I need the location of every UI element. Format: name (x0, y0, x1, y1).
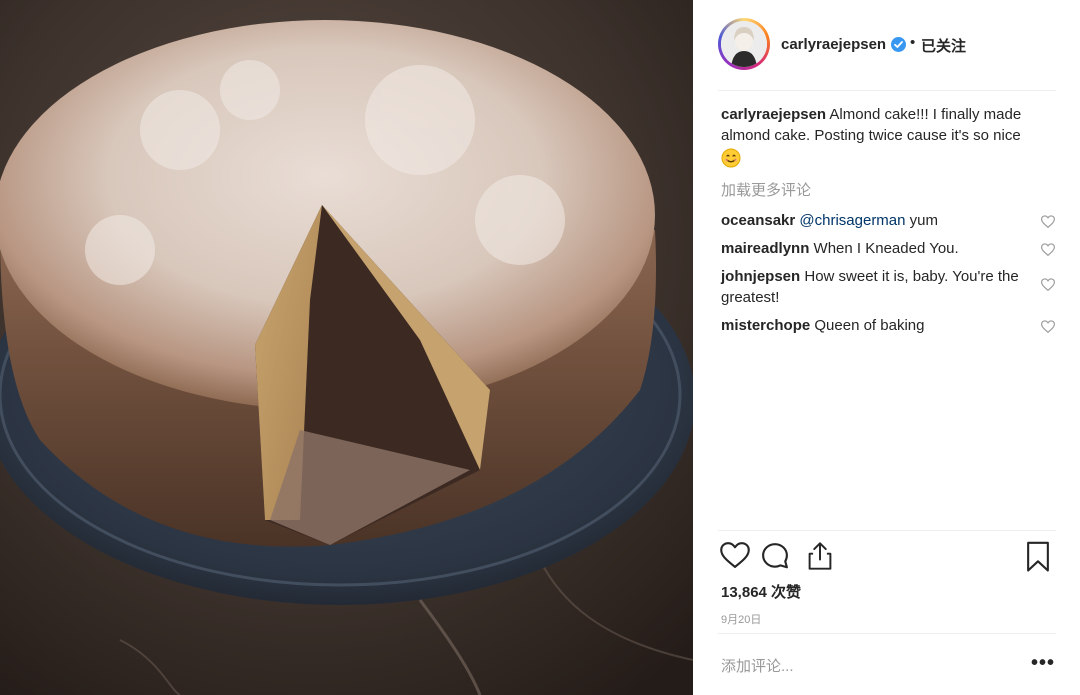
comment-box-divider (718, 633, 1056, 634)
comment-item: oceansakr @chrisagerman yum (721, 210, 1056, 231)
avatar[interactable] (718, 18, 770, 70)
comment-bubble-icon[interactable] (760, 541, 790, 576)
post-caption: carlyraejepsen Almond cake!!! I finally … (721, 104, 1051, 174)
comment-like-heart-icon[interactable] (1040, 241, 1056, 262)
comment-username[interactable]: johnjepsen (721, 268, 800, 285)
comment-item: johnjepsen How sweet it is, baby. You're… (721, 266, 1056, 308)
profile-photo-icon (721, 21, 767, 67)
bookmark-icon[interactable] (1025, 541, 1051, 578)
add-comment-input[interactable]: 添加评论... (721, 655, 794, 676)
comment-text: When I Kneaded You. (813, 240, 959, 257)
instagram-post: carlyraejepsen • 已关注 carlyraejepsen Almo… (0, 0, 1080, 695)
avatar-image (721, 21, 767, 67)
comment-like-heart-icon[interactable] (1040, 276, 1056, 297)
actions-divider (718, 530, 1056, 531)
comment-text: Queen of baking (814, 317, 925, 334)
smiling-face-icon (721, 148, 741, 174)
comment-like-heart-icon[interactable] (1040, 213, 1056, 234)
like-count[interactable]: 13,864 次赞 (721, 581, 801, 602)
follow-status-button[interactable]: 已关注 (921, 35, 966, 56)
post-photo[interactable] (0, 0, 693, 695)
verified-badge-icon (891, 37, 906, 52)
load-more-comments-link[interactable]: 加载更多评论 (721, 180, 811, 201)
comment-like-heart-icon[interactable] (1040, 318, 1056, 339)
comment-mention-link[interactable]: @chrisagerman (799, 212, 905, 229)
post-author-username[interactable]: carlyraejepsen (781, 36, 886, 53)
more-options-button[interactable]: ••• (1031, 652, 1055, 675)
header-divider (718, 90, 1056, 91)
comment-username[interactable]: maireadlynn (721, 240, 809, 257)
comment-username[interactable]: oceansakr (721, 212, 795, 229)
comment-item: maireadlynn When I Kneaded You. (721, 238, 1056, 259)
heart-icon[interactable] (720, 541, 750, 574)
comments-section: carlyraejepsen Almond cake!!! I finally … (721, 104, 1056, 336)
post-header: carlyraejepsen • 已关注 (693, 0, 1080, 90)
separator-dot: • (910, 34, 916, 51)
post-sidebar: carlyraejepsen • 已关注 carlyraejepsen Almo… (693, 0, 1080, 695)
comment-username[interactable]: misterchope (721, 317, 810, 334)
comment-text: yum (905, 212, 939, 229)
comment-item: misterchope Queen of baking (721, 315, 1056, 336)
action-bar (720, 541, 1056, 575)
almond-cake-image (0, 0, 693, 695)
post-date[interactable]: 9月20日 (721, 611, 761, 627)
caption-username[interactable]: carlyraejepsen (721, 106, 826, 123)
share-icon[interactable] (806, 541, 834, 576)
